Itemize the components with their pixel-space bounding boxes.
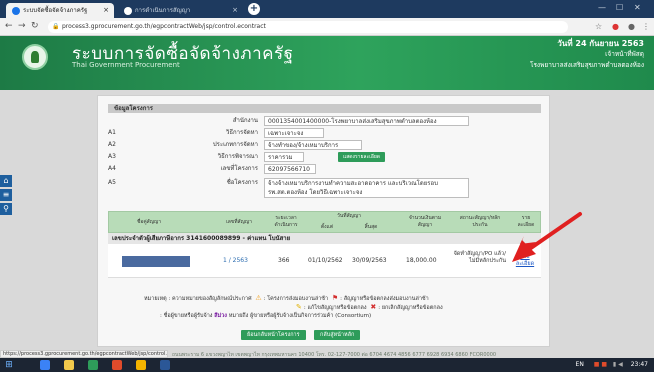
- more-icon[interactable]: ⋮: [642, 22, 650, 31]
- page-icon: [124, 6, 132, 15]
- new-tab-button[interactable]: +: [248, 3, 260, 15]
- redacted-contractor-name: [122, 256, 190, 267]
- info-row-a5: A5 ชื่อโครงการ จ้างจ้างเหมาบริการงานทำคว…: [108, 178, 541, 200]
- system-tray: EN ■ ■ ▮ ◀ 23:47: [576, 360, 648, 370]
- browser-tab-contract[interactable]: การดำเนินการสัญญา ×: [118, 3, 243, 18]
- app-icon[interactable]: [112, 360, 122, 370]
- close-window-icon[interactable]: ✕: [634, 3, 641, 12]
- info-label: เลขที่โครงการ: [220, 165, 258, 172]
- minimize-icon[interactable]: —: [598, 3, 606, 12]
- warning-icon: ⚠: [255, 294, 262, 302]
- tray-app-icon[interactable]: ■: [594, 361, 600, 368]
- info-row-a3: A3 วิธีการพิจารณา ราคารวม: [108, 152, 541, 162]
- app-icon[interactable]: [88, 360, 98, 370]
- section-title: ข้อมูลโครงการ: [108, 104, 541, 113]
- info-value: เฉพาะเจาะจง: [264, 128, 324, 138]
- info-row-office: สำนักงาน 0001354001400000-โรงพยาบาลส่งเส…: [108, 116, 541, 126]
- table-group-row: เลขประจำตัวผู้เสียภาษีอากร 3141600089899…: [108, 233, 541, 244]
- info-value: ราคารวม: [264, 152, 304, 162]
- garuda-emblem-icon: [22, 44, 48, 70]
- network-icon[interactable]: ▮: [613, 361, 616, 368]
- info-row-a1: A1 วิธีการจัดหา เฉพาะเจาะจง: [108, 128, 541, 138]
- info-row-a2: A2 ประเภทการจัดหา จ้างทำของ/จ้างเหมาบริก…: [108, 140, 541, 150]
- star-icon[interactable]: ☆: [595, 22, 602, 31]
- windows-start-icon[interactable]: ⊞: [3, 359, 15, 371]
- forward-icon[interactable]: →: [18, 21, 26, 31]
- clock[interactable]: 23:47: [631, 361, 648, 368]
- ie-icon[interactable]: [40, 360, 50, 370]
- extension-icon[interactable]: ●: [612, 22, 619, 31]
- browser-tab-egp[interactable]: ระบบจัดซื้อจัดจ้างภาครัฐ ×: [6, 3, 114, 18]
- chrome-icon: [12, 6, 20, 15]
- cancel-icon: ✖: [370, 303, 377, 311]
- info-label: ประเภทการจัดหา: [212, 141, 258, 148]
- menu-icon[interactable]: ≡: [0, 189, 12, 201]
- lock-icon: 🔒: [52, 23, 60, 30]
- info-label: วิธีการพิจารณา: [217, 153, 258, 160]
- info-label: สำนักงาน: [232, 117, 258, 124]
- show-details-button[interactable]: แสดงรายละเอียด: [338, 152, 386, 162]
- user-role: เจ้าหน้าที่พัสดุ: [605, 50, 644, 58]
- chrome-icon[interactable]: [136, 360, 146, 370]
- folder-icon[interactable]: [64, 360, 74, 370]
- site-subtitle: Thai Government Procurement: [72, 61, 180, 69]
- word-icon[interactable]: [160, 360, 170, 370]
- back-icon[interactable]: ←: [5, 21, 13, 31]
- browser-tab-strip: ระบบจัดซื้อจัดจ้างภาครัฐ × การดำเนินการส…: [0, 0, 654, 18]
- legend-line-3: : ชื่อผู้ขายหรือผู้รับจ้าง สีม่วง หมายถึ…: [160, 313, 372, 319]
- windows-taskbar: ⊞ EN ■ ■ ▮ ◀ 23:47: [0, 358, 654, 372]
- flag-icon: ⚑: [331, 294, 339, 302]
- user-org: โรงพยาบาลส่งเสริมสุขภาพตำบลตองห้อง: [529, 61, 644, 69]
- info-row-a4: A4 เลขที่โครงการ 62097566710: [108, 164, 541, 174]
- account-icon[interactable]: ●: [628, 22, 635, 31]
- language-indicator[interactable]: EN: [576, 361, 584, 368]
- user-info: วันที่ 24 กันยายน 2563 เจ้าหน้าที่พัสดุ …: [474, 38, 644, 71]
- duration-cell: 366: [278, 257, 290, 264]
- reload-icon[interactable]: ↻: [31, 21, 39, 31]
- info-label: วิธีการจัดหา: [226, 129, 258, 136]
- tab-label: การดำเนินการสัญญา: [135, 7, 191, 14]
- legend-line-1: หมายเหตุ : ความหมายของสัญลักษณ์ประกาศ ⚠:…: [144, 294, 429, 302]
- info-value: จ้างจ้างเหมาบริการงานทำความสะอาดอาคาร แล…: [264, 178, 469, 198]
- back-to-project-button[interactable]: ย้อนกลับหน้าโครงการ: [241, 330, 306, 340]
- url-text: process3.gprocurement.go.th/egpcontractW…: [62, 23, 266, 30]
- info-label: ชื่อโครงการ: [226, 179, 258, 186]
- status-cell: จัดทำสัญญา/PO แล้ว/ไม่มีหลักประกัน: [453, 251, 506, 264]
- amount-cell: 18,000.00: [406, 257, 437, 264]
- tab-label: ระบบจัดซื้อจัดจ้างภาครัฐ: [23, 7, 88, 14]
- info-value: 0001354001400000-โรงพยาบาลส่งเสริมสุขภาพ…: [264, 116, 469, 126]
- home-icon[interactable]: ⌂: [0, 175, 12, 187]
- pencil-icon: ✎: [296, 303, 302, 311]
- legend-line-2: ✎: แก้ไขสัญญาหรือข้อตกลง ✖: ยกเลิกสัญญาห…: [296, 303, 443, 311]
- volume-icon[interactable]: ◀: [618, 361, 623, 368]
- info-value: จ้างทำของ/จ้างเหมาบริการ: [264, 140, 362, 150]
- browser-toolbar: ← → ↻ 🔒 process3.gprocurement.go.th/egpc…: [0, 18, 654, 36]
- current-date: วันที่ 24 กันยายน 2563: [557, 39, 644, 48]
- table-row: 1 / 2563 366 01/10/2562 30/09/2563 18,00…: [108, 244, 541, 278]
- end-date-cell: 30/09/2563: [352, 257, 387, 264]
- start-date-cell: 01/10/2562: [308, 257, 343, 264]
- table-header: ชื่อคู่สัญญา เลขที่สัญญา ระยะเวลาดำเนินก…: [108, 211, 541, 233]
- back-to-main-button[interactable]: กลับสู่หน้าหลัก: [314, 330, 361, 340]
- address-bar[interactable]: 🔒 process3.gprocurement.go.th/egpcontrac…: [48, 21, 568, 33]
- contract-number-link[interactable]: 1 / 2563: [223, 244, 248, 278]
- content-panel: ข้อมูลโครงการ สำนักงาน 0001354001400000-…: [97, 95, 550, 347]
- status-url: https://process3.gprocurement.go.th/egpc…: [0, 350, 168, 358]
- search-icon[interactable]: ⚲: [0, 203, 12, 215]
- info-value: 62097566710: [264, 164, 316, 174]
- close-icon[interactable]: ×: [103, 3, 109, 18]
- side-toolbar: ⌂ ≡ ⚲: [0, 175, 12, 217]
- tray-app-icon[interactable]: ■: [601, 361, 607, 368]
- red-arrow-annotation: [512, 212, 582, 262]
- maximize-icon[interactable]: ☐: [616, 3, 623, 12]
- close-icon[interactable]: ×: [232, 3, 238, 18]
